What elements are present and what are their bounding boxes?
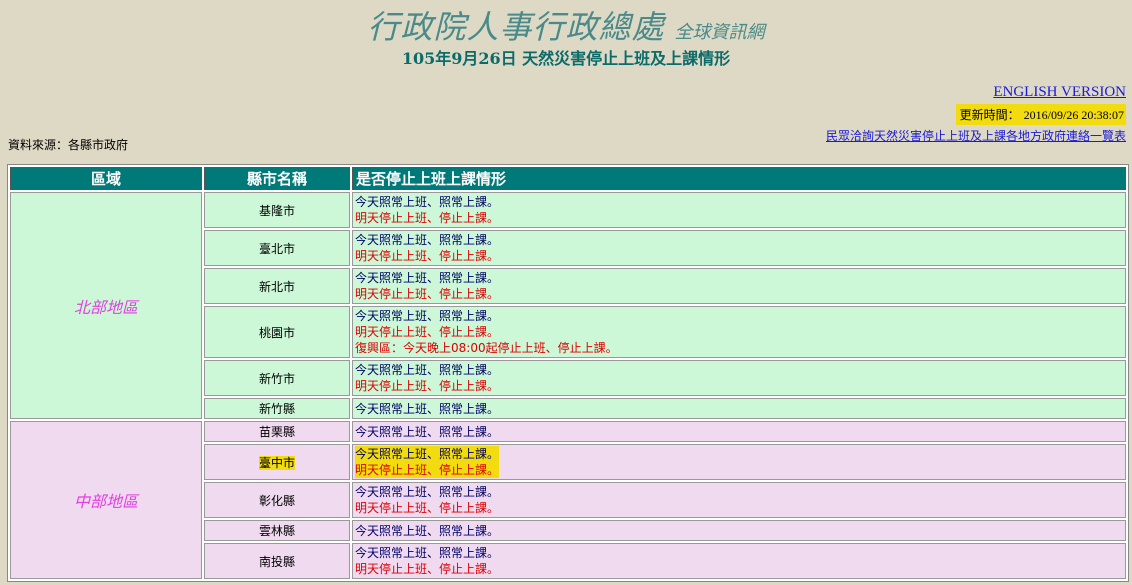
status-tomorrow: 明天停止上班、停止上課。 (355, 211, 500, 225)
status-tomorrow: 明天停止上班、停止上課。 (355, 325, 500, 339)
status-cell: 今天照常上班、照常上課。 (352, 398, 1126, 419)
table-row: 中部地區 苗栗縣 今天照常上班、照常上課。 (10, 421, 1126, 579)
status-cell: 今天照常上班、照常上課。 明天停止上班、停止上課。 (352, 444, 1126, 480)
city-name: 南投縣 (258, 554, 295, 569)
city-cell: 桃園市 (204, 306, 350, 358)
status-tomorrow: 明天停止上班、停止上課。 (355, 562, 500, 576)
status-tomorrow: 明天停止上班、停止上課。 (355, 287, 500, 301)
city-cell: 苗栗縣 (204, 421, 350, 442)
status-today: 今天照常上班、照常上課。 (355, 446, 500, 462)
status-cell: 今天照常上班、照常上課。 明天停止上班、停止上課。復興區：今天晚上08:00起停止… (352, 306, 1126, 358)
status-tomorrow: 明天停止上班、停止上課。 (355, 379, 500, 393)
update-time-value: 2016/09/26 20:38:07 (1023, 108, 1124, 122)
status-cell: 今天照常上班、照常上課。 明天停止上班、停止上課。 (352, 268, 1126, 304)
status-cell: 今天照常上班、照常上課。 明天停止上班、停止上課。 (352, 543, 1126, 579)
header-status: 是否停止上班上課情形 (352, 167, 1126, 190)
status-tomorrow: 明天停止上班、停止上課。 (355, 462, 500, 478)
status-today: 今天照常上班、照常上課。 (355, 401, 500, 416)
city-cell: 南投縣 (204, 543, 350, 579)
city-name: 臺中市 (258, 455, 295, 470)
update-time-label: 更新時間： (959, 108, 1020, 122)
status-table: 區域 縣市名稱 是否停止上班上課情形 北部地區 基隆市 今天照常上班、照常上課。 明天… (7, 164, 1129, 582)
city-cell: 基隆市 (204, 192, 350, 228)
site-title: 行政院人事行政總處 全球資訊網 (0, 2, 1132, 48)
status-today: 今天照常上班、照常上課。 (355, 195, 500, 209)
english-version-link[interactable]: ENGLISH VERSION (993, 84, 1126, 101)
status-tomorrow: 明天停止上班、停止上課。 (355, 501, 500, 515)
status-today: 今天照常上班、照常上課。 (355, 363, 500, 377)
status-cell: 今天照常上班、照常上課。 (352, 421, 1126, 442)
status-today: 今天照常上班、照常上課。 (355, 424, 500, 439)
city-cell: 臺中市 (204, 444, 350, 480)
city-cell: 彰化縣 (204, 482, 350, 518)
update-time: 更新時間： 2016/09/26 20:38:07 (955, 104, 1126, 125)
city-name: 新北市 (258, 279, 295, 294)
city-cell: 新竹市 (204, 360, 350, 396)
city-cell: 新竹縣 (204, 398, 350, 419)
status-cell: 今天照常上班、照常上課。 明天停止上班、停止上課。 (352, 230, 1126, 266)
status-today: 今天照常上班、照常上課。 (355, 523, 500, 538)
city-name: 桃園市 (258, 325, 295, 340)
city-name: 彰化縣 (258, 493, 295, 508)
city-name: 新竹市 (258, 371, 295, 386)
status-cell: 今天照常上班、照常上課。 明天停止上班、停止上課。 (352, 192, 1126, 228)
page-subtitle: 105年9月26日 天然災害停止上班及上課情形 (401, 49, 731, 68)
status-cell: 今天照常上班、照常上課。 明天停止上班、停止上課。 (352, 482, 1126, 518)
status-cell: 今天照常上班、照常上課。 明天停止上班、停止上課。 (352, 360, 1126, 396)
region-cell: 北部地區 (10, 192, 202, 419)
city-cell: 雲林縣 (204, 520, 350, 541)
city-name: 雲林縣 (258, 524, 295, 538)
status-cell: 今天照常上班、照常上課。 (352, 520, 1126, 541)
city-name: 苗栗縣 (258, 425, 295, 439)
city-cell: 新北市 (204, 268, 350, 304)
region-cell: 中部地區 (10, 421, 202, 579)
header-city: 縣市名稱 (204, 167, 350, 190)
status-today: 今天照常上班、照常上課。 (355, 485, 500, 499)
table-row: 北部地區 基隆市 今天照常上班、照常上課。 明天停止上班、停止上課。 (10, 192, 1126, 419)
contact-list-link[interactable]: 民眾洽詢天然災害停止上班及上課各地方政府連絡一覽表 (826, 127, 1126, 144)
city-name: 基隆市 (258, 203, 295, 218)
status-today: 今天照常上班、照常上課。 (355, 233, 500, 247)
data-source: 資料來源：各縣市政府 (8, 138, 129, 152)
site-title-main: 行政院人事行政總處 (367, 8, 665, 46)
status-tomorrow: 復興區：今天晚上08:00起停止上班、停止上課。 (355, 341, 618, 355)
site-title-suffix: 全球資訊網 (674, 22, 765, 43)
status-tomorrow: 明天停止上班、停止上課。 (355, 249, 500, 263)
city-cell: 臺北市 (204, 230, 350, 266)
table-header-row: 區域 縣市名稱 是否停止上班上課情形 (10, 167, 1126, 190)
status-today: 今天照常上班、照常上課。 (355, 271, 500, 285)
header-region: 區域 (10, 167, 202, 190)
status-today: 今天照常上班、照常上課。 (355, 546, 500, 560)
city-name: 新竹縣 (258, 402, 295, 416)
city-name: 臺北市 (258, 241, 295, 256)
status-today: 今天照常上班、照常上課。 (355, 309, 500, 323)
